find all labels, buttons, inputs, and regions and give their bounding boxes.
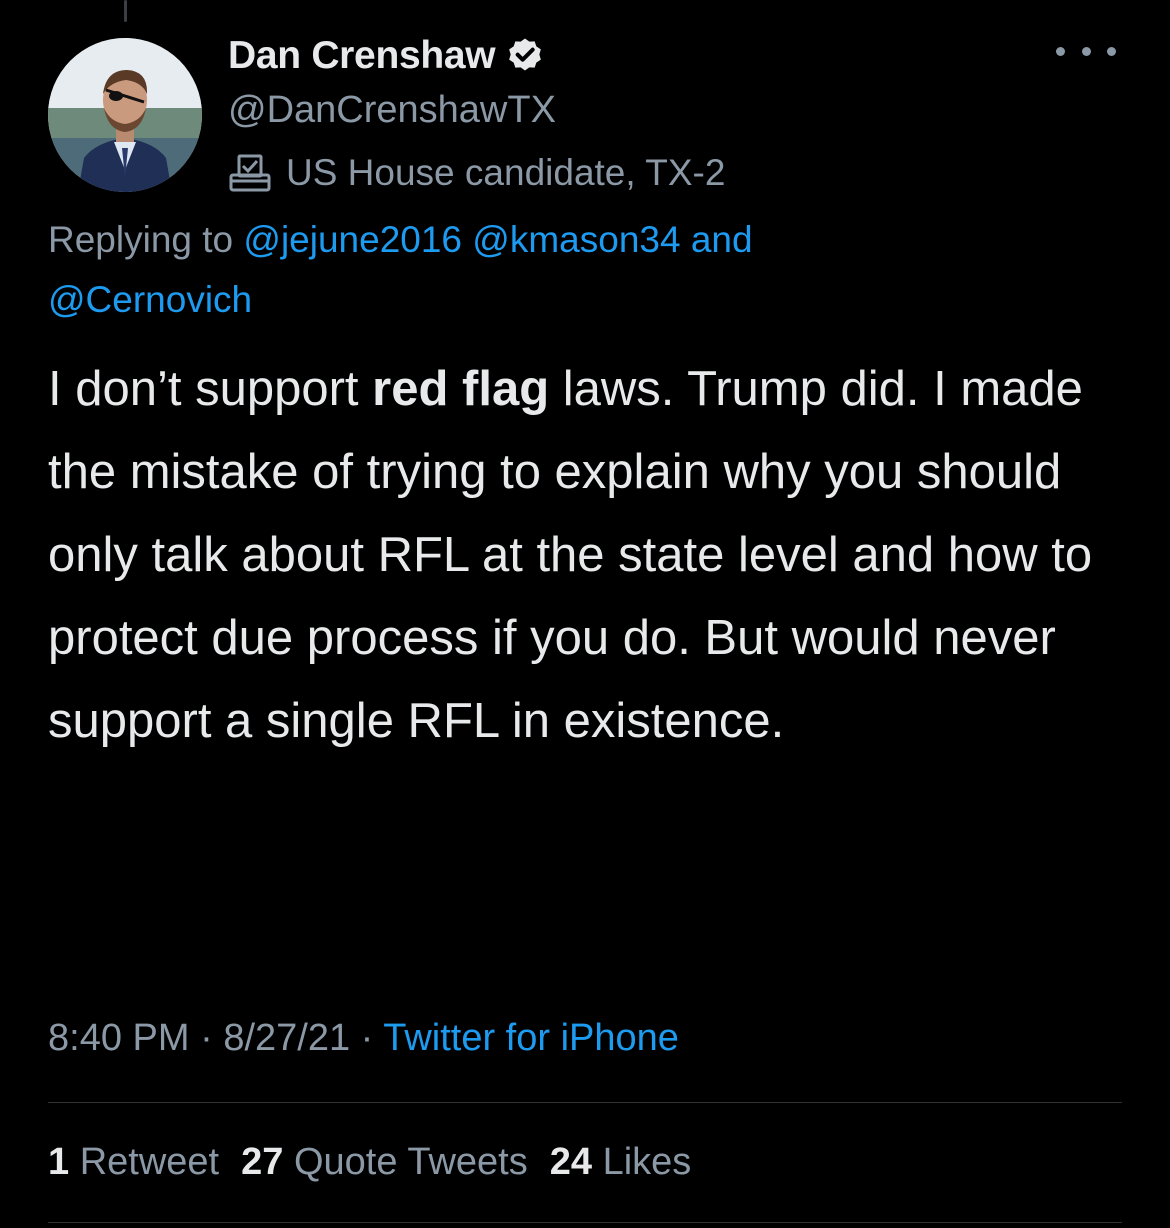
author-label-row: US House candidate, TX-2	[228, 150, 725, 196]
author-display-name[interactable]: Dan Crenshaw	[228, 34, 496, 78]
retweets-label: Retweet	[79, 1141, 220, 1183]
avatar-photo	[48, 38, 202, 192]
avatar[interactable]	[48, 38, 202, 192]
quote-tweets-label: Quote Tweets	[293, 1141, 528, 1183]
likes-label: Likes	[602, 1141, 692, 1183]
engagement-stats: 1 Retweet 27 Quote Tweets 24 Likes	[48, 1134, 713, 1190]
likes-count: 24	[549, 1141, 593, 1183]
tweet-text-after: laws. Trump did. I made the mistake of t…	[48, 362, 1106, 748]
likes-stat[interactable]: 24 Likes	[550, 1141, 692, 1183]
thread-connector-line	[124, 0, 127, 22]
tweet-text-bold: red flag	[372, 362, 550, 416]
more-options-button[interactable]	[1056, 36, 1116, 66]
more-dot-icon	[1081, 46, 1091, 56]
meta-separator: ·	[360, 1017, 374, 1059]
tweet-body: I don’t support red flag laws. Trump did…	[48, 348, 1138, 763]
ballot-box-icon	[228, 153, 272, 193]
tweet-text-before: I don’t support	[48, 362, 373, 416]
retweets-stat[interactable]: 1 Retweet	[48, 1141, 219, 1183]
tweet-source-link[interactable]: Twitter for iPhone	[383, 1017, 679, 1059]
replying-to-prefix: Replying to	[48, 219, 234, 260]
retweets-count: 1	[48, 1141, 70, 1183]
mention-link[interactable]: @jejune2016	[243, 219, 462, 260]
meta-separator: ·	[200, 1017, 213, 1059]
author-label: US House candidate, TX-2	[286, 152, 726, 193]
replying-to-line: Replying to @jejune2016 @kmason34 and @Ce…	[48, 210, 1108, 330]
mention-link[interactable]: @kmason34	[472, 219, 680, 260]
mention-conjunction[interactable]: and	[691, 219, 753, 260]
author-name-row: Dan Crenshaw	[228, 30, 545, 82]
divider	[48, 1222, 1122, 1223]
quote-tweets-count: 27	[241, 1141, 284, 1183]
more-dot-icon	[1056, 46, 1065, 56]
author-handle[interactable]: @DanCrenshawTX	[228, 88, 556, 132]
tweet-time[interactable]: 8:40 PM	[48, 1017, 190, 1059]
tweet-meta: 8:40 PM · 8/27/21 · Twitter for iPhone	[48, 1010, 679, 1066]
more-dot-icon	[1107, 46, 1116, 56]
verified-badge-icon	[505, 36, 545, 76]
mention-link[interactable]: @Cernovich	[48, 279, 252, 320]
quote-tweets-stat[interactable]: 27 Quote Tweets	[241, 1141, 528, 1183]
divider	[48, 1102, 1122, 1103]
tweet-date[interactable]: 8/27/21	[223, 1017, 350, 1059]
